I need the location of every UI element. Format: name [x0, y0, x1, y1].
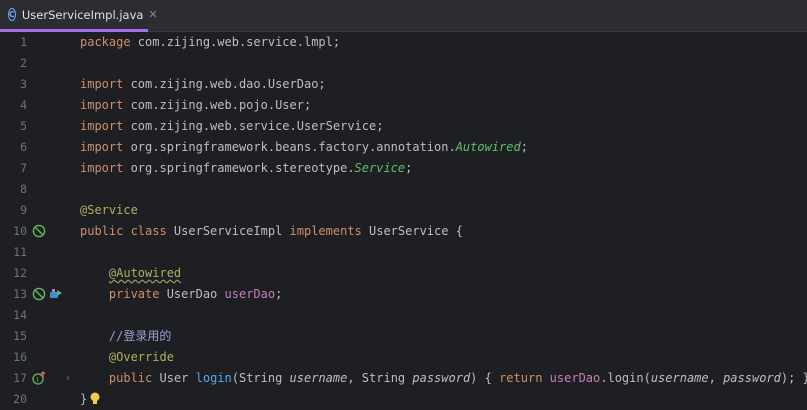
- close-icon[interactable]: ✕: [148, 8, 157, 21]
- code-line: 10 public class UserServiceImpl implemen…: [0, 221, 807, 242]
- code-line: 12 @Autowired: [0, 263, 807, 284]
- code-text: package com.zijing.web.service.lmpl;: [80, 35, 341, 49]
- code-text: import com.zijing.web.service.UserServic…: [80, 119, 384, 133]
- autowired-navigate-icon[interactable]: [49, 287, 63, 301]
- code-line: 3 import com.zijing.web.dao.UserDao;: [0, 74, 807, 95]
- line-number: 14: [13, 308, 27, 322]
- line-number: 5: [20, 119, 27, 133]
- line-number: 12: [13, 266, 27, 280]
- line-number: 17: [13, 371, 27, 385]
- code-line: 16 @Override: [0, 347, 807, 368]
- code-editor[interactable]: 1 package com.zijing.web.service.lmpl; 2…: [0, 32, 807, 408]
- code-text: private UserDao userDao;: [108, 287, 283, 301]
- code-text: public User login(String username, Strin…: [108, 371, 807, 385]
- code-text: import com.zijing.web.dao.UserDao;: [80, 77, 326, 91]
- code-line: 17 I › public User login(String username…: [0, 368, 807, 389]
- code-line: 11: [0, 242, 807, 263]
- spring-bean-icon[interactable]: [32, 224, 46, 238]
- code-text: @Service: [80, 203, 138, 217]
- line-number: 3: [20, 77, 27, 91]
- line-number: 11: [13, 245, 27, 259]
- line-number: 2: [20, 56, 27, 70]
- line-number: 8: [20, 182, 27, 196]
- code-line: 9 @Service: [0, 200, 807, 221]
- code-line: 13 private UserDao userDao;: [0, 284, 807, 305]
- code-line: 7 import org.springframework.stereotype.…: [0, 158, 807, 179]
- code-line: 4 import com.zijing.web.pojo.User;: [0, 95, 807, 116]
- code-text: import com.zijing.web.pojo.User;: [80, 98, 312, 112]
- code-line: 5 import com.zijing.web.service.UserServ…: [0, 116, 807, 137]
- code-text: public class UserServiceImpl implements …: [80, 224, 463, 238]
- code-line: 6 import org.springframework.beans.facto…: [0, 137, 807, 158]
- code-line: 1 package com.zijing.web.service.lmpl;: [0, 32, 807, 53]
- implements-method-icon[interactable]: I: [32, 371, 46, 385]
- code-line: 8: [0, 179, 807, 200]
- svg-text:I: I: [37, 376, 39, 384]
- line-number: 4: [20, 98, 27, 112]
- intention-bulb-icon[interactable]: [89, 392, 101, 406]
- code-line: 20 }: [0, 389, 807, 410]
- code-text: import org.springframework.beans.factory…: [80, 140, 528, 154]
- line-number: 1: [20, 35, 27, 49]
- editor-tab-bar: C UserServiceImpl.java ✕: [0, 0, 807, 32]
- line-number: 15: [13, 329, 27, 343]
- line-number: 16: [13, 350, 27, 364]
- line-number: 10: [13, 224, 27, 238]
- code-text: @Autowired: [108, 266, 182, 280]
- fold-expand-icon[interactable]: ›: [66, 368, 70, 389]
- code-line: 15 //登录用的: [0, 326, 807, 347]
- code-line: 14: [0, 305, 807, 326]
- code-text: }: [80, 392, 88, 406]
- code-text: import org.springframework.stereotype.Se…: [80, 161, 413, 175]
- line-number: 13: [13, 287, 27, 301]
- line-number: 7: [20, 161, 27, 175]
- line-number: 9: [20, 203, 27, 217]
- tab-label: UserServiceImpl.java: [21, 7, 144, 22]
- code-text: //登录用的: [108, 329, 172, 343]
- tab-userserviceimpl[interactable]: C UserServiceImpl.java ✕: [0, 0, 158, 32]
- code-line: 2: [0, 53, 807, 74]
- spring-bean-icon[interactable]: [32, 287, 46, 301]
- code-text: @Override: [108, 350, 174, 364]
- class-c-icon: C: [8, 8, 16, 21]
- line-number: 6: [20, 140, 27, 154]
- line-number: 20: [13, 392, 27, 406]
